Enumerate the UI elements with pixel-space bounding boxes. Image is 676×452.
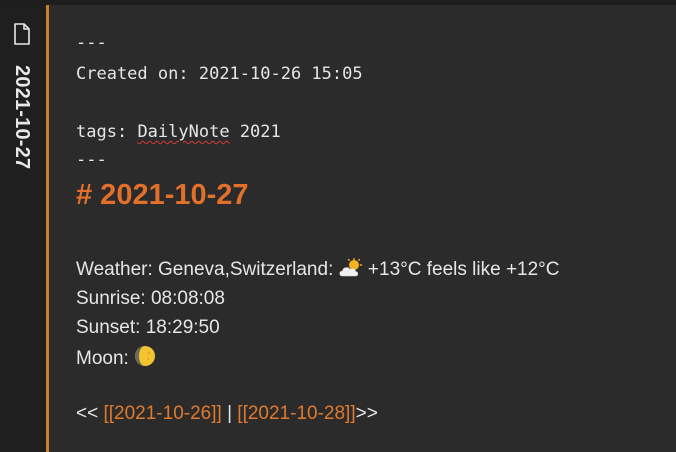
weather-line: Weather: Geneva,Switzerland: +13°C feels… bbox=[76, 258, 560, 282]
tag-dailynote: DailyNote bbox=[137, 122, 230, 142]
frontmatter-close-delimiter: --- bbox=[76, 150, 107, 170]
sunrise-label: Sunrise: bbox=[76, 288, 146, 309]
tags-label: tags: bbox=[76, 122, 128, 142]
prev-day-link[interactable]: [[2021-10-26]] bbox=[103, 403, 221, 424]
sunrise-value: 08:08:08 bbox=[150, 288, 225, 309]
daily-navigation: << [[2021-10-26]] | [[2021-10-28]]>> bbox=[76, 402, 378, 426]
prev-arrows: << bbox=[76, 403, 99, 424]
moon-line: Moon: bbox=[76, 345, 156, 371]
next-day-link[interactable]: [[2021-10-28]] bbox=[237, 403, 355, 424]
note-editor[interactable]: --- Created on: 2021-10-26 15:05 tags: D… bbox=[49, 5, 676, 452]
weather-location: Geneva,Switzerland: bbox=[158, 259, 334, 280]
nav-separator: | bbox=[227, 403, 233, 424]
sun-behind-cloud-icon bbox=[339, 258, 362, 277]
sunset-label: Sunset: bbox=[76, 317, 141, 338]
created-label: Created on: bbox=[76, 64, 189, 84]
created-on-line: Created on: 2021-10-26 15:05 bbox=[76, 63, 363, 85]
sunset-value: 18:29:50 bbox=[145, 317, 220, 338]
created-value: 2021-10-26 15:05 bbox=[198, 64, 363, 84]
tags-line: tags: DailyNote 2021 bbox=[76, 121, 281, 143]
app-window: 2021-10-27 --- Created on: 2021-10-26 15… bbox=[0, 0, 676, 452]
tab-title[interactable]: 2021-10-27 bbox=[2, 65, 42, 195]
next-arrows: >> bbox=[355, 403, 378, 424]
sunset-line: Sunset: 18:29:50 bbox=[76, 316, 220, 340]
weather-label: Weather: bbox=[76, 259, 153, 280]
waning-crescent-moon-icon bbox=[135, 346, 156, 366]
vertical-tab[interactable]: 2021-10-27 bbox=[0, 5, 49, 452]
note-heading: # 2021-10-27 bbox=[76, 179, 249, 211]
sunrise-line: Sunrise: 08:08:08 bbox=[76, 287, 225, 311]
tag-2021: 2021 bbox=[239, 122, 281, 142]
moon-label: Moon: bbox=[76, 348, 129, 369]
weather-temperature: +13°C feels like +12°C bbox=[367, 259, 560, 280]
file-icon bbox=[14, 23, 30, 45]
frontmatter-open-delimiter: --- bbox=[76, 33, 107, 53]
